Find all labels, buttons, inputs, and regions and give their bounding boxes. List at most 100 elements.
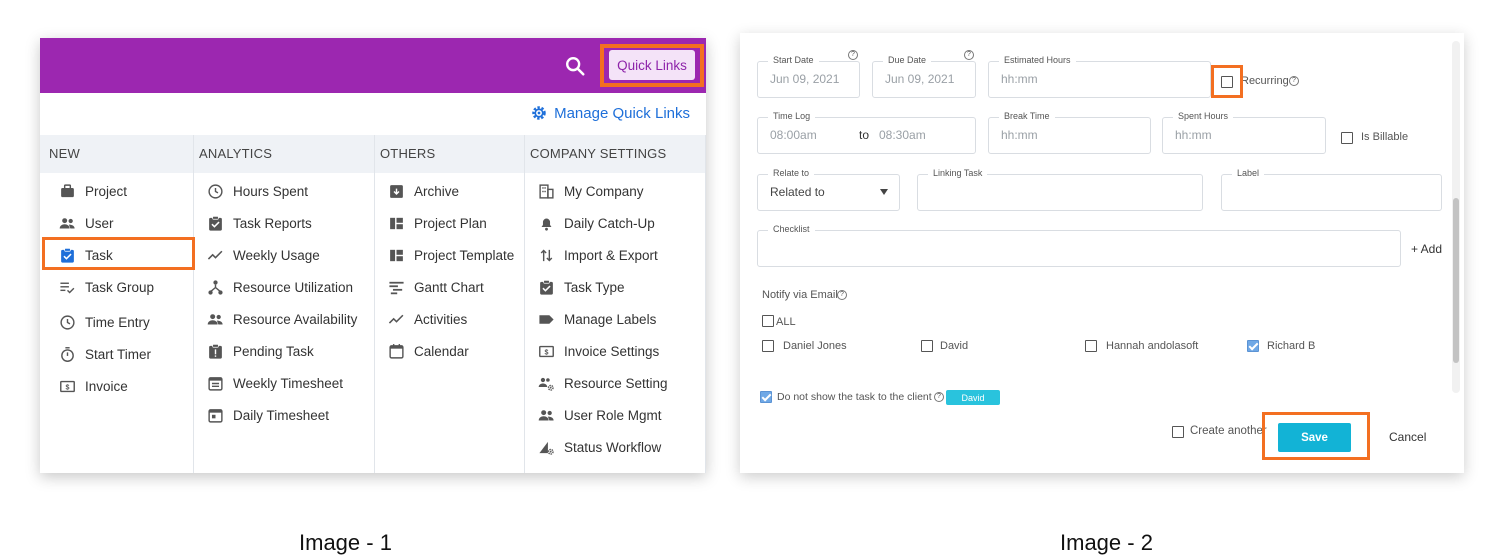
gear-icon xyxy=(532,106,546,120)
column-title: COMPANY SETTINGS xyxy=(530,146,667,161)
menu-item-label: Status Workflow xyxy=(564,439,662,455)
menu-item-start-timer[interactable]: Start Timer xyxy=(58,345,151,363)
gantt-icon xyxy=(387,278,405,296)
time-log-to: 08:30am xyxy=(879,128,926,142)
menu-item-project[interactable]: Project xyxy=(58,182,127,200)
menu-item-daily-catch-up[interactable]: Daily Catch-Up xyxy=(537,214,655,232)
add-checklist-button[interactable]: + Add xyxy=(1411,242,1442,256)
notify-user-checkbox[interactable] xyxy=(762,340,774,352)
menu-item-resource-utilization[interactable]: Resource Utilization xyxy=(206,278,353,296)
is-billable-checkbox[interactable] xyxy=(1341,132,1353,144)
menu-item-label: Project Plan xyxy=(414,215,487,231)
menu-item-manage-labels[interactable]: Manage Labels xyxy=(537,310,656,328)
menu-item-invoice-settings[interactable]: $ Invoice Settings xyxy=(537,342,659,360)
recurring-highlight xyxy=(1211,65,1243,98)
notify-user-label: David xyxy=(940,340,969,352)
menu-item-resource-availability[interactable]: Resource Availability xyxy=(206,310,357,328)
menu-item-label: Project Template xyxy=(414,247,515,263)
time-log-field[interactable]: Time Log 08:00am to 08:30am xyxy=(757,111,976,154)
task-highlight xyxy=(42,237,195,270)
menu-item-my-company[interactable]: My Company xyxy=(537,182,644,200)
menu-item-calendar[interactable]: Calendar xyxy=(387,342,469,360)
break-time-field[interactable]: Break Time hh:mm xyxy=(988,111,1151,154)
menu-item-activities[interactable]: Activities xyxy=(387,310,467,328)
notify-all-checkbox[interactable] xyxy=(762,315,774,327)
menu-item-hours-spent[interactable]: Hours Spent xyxy=(206,182,308,200)
linking-task-field[interactable]: Linking Task xyxy=(917,168,1203,211)
field-label: Estimated Hours xyxy=(999,55,1076,65)
menu-item-user-role-mgmt[interactable]: User Role Mgmt xyxy=(537,406,662,424)
due-date-field[interactable]: Due Date Jun 09, 2021 xyxy=(872,55,976,98)
briefcase-icon xyxy=(58,182,76,200)
spent-hours-field[interactable]: Spent Hours hh:mm xyxy=(1162,111,1326,154)
field-label: Time Log xyxy=(768,111,816,121)
search-icon[interactable] xyxy=(564,55,586,77)
notify-user-label: Daniel Jones xyxy=(783,340,847,352)
menu-item-import-export[interactable]: Import & Export xyxy=(537,246,658,264)
grid-plan-icon xyxy=(387,246,405,264)
help-icon[interactable]: ? xyxy=(964,50,974,60)
menu-item-label: Time Entry xyxy=(85,314,150,330)
create-another-checkbox[interactable] xyxy=(1172,426,1184,438)
cancel-button[interactable]: Cancel xyxy=(1389,430,1426,444)
menu-item-project-template[interactable]: Project Template xyxy=(387,246,514,264)
menu-item-task-group[interactable]: Task Group xyxy=(58,278,154,296)
due-date-value: Jun 09, 2021 xyxy=(885,72,955,86)
notify-user-checkbox[interactable] xyxy=(1085,340,1097,352)
menu-item-weekly-usage[interactable]: Weekly Usage xyxy=(206,246,320,264)
estimated-hours-placeholder: hh:mm xyxy=(1001,72,1038,86)
start-date-field[interactable]: Start Date Jun 09, 2021 xyxy=(757,55,860,98)
users-icon xyxy=(206,310,224,328)
menu-item-task-reports[interactable]: Task Reports xyxy=(206,214,312,232)
menu-item-status-workflow[interactable]: Status Workflow xyxy=(537,438,661,456)
menu-item-label: Gantt Chart xyxy=(414,279,484,295)
menu-item-user[interactable]: User xyxy=(58,214,114,232)
svg-text:$: $ xyxy=(65,383,69,391)
help-icon[interactable]: ? xyxy=(848,50,858,60)
help-icon[interactable]: ? xyxy=(1289,76,1299,86)
field-label: Start Date xyxy=(768,55,819,65)
menu-item-invoice[interactable]: $ Invoice xyxy=(58,377,128,395)
menu-item-gantt-chart[interactable]: Gantt Chart xyxy=(387,278,484,296)
relate-to-value: Related to xyxy=(770,185,825,199)
menu-item-archive[interactable]: Archive xyxy=(387,182,459,200)
help-icon[interactable]: ? xyxy=(934,392,944,402)
menu-item-task-type[interactable]: Task Type xyxy=(537,278,625,296)
manage-quick-links-link[interactable]: Manage Quick Links xyxy=(530,104,690,122)
label-field[interactable]: Label xyxy=(1221,168,1442,211)
notify-user-label: Richard B xyxy=(1267,340,1316,352)
spent-hours-placeholder: hh:mm xyxy=(1175,128,1212,142)
estimated-hours-field[interactable]: Estimated Hours hh:mm xyxy=(988,55,1211,98)
break-time-placeholder: hh:mm xyxy=(1001,128,1038,142)
menu-item-label: Daily Timesheet xyxy=(233,407,330,423)
notify-user-checkbox[interactable] xyxy=(921,340,933,352)
scrollbar-thumb[interactable] xyxy=(1453,198,1459,363)
menu-item-label: Invoice Settings xyxy=(564,343,660,359)
menu-item-daily-timesheet[interactable]: Daily Timesheet xyxy=(206,406,329,424)
save-button[interactable]: Save xyxy=(1278,423,1351,452)
notify-all-label: ALL xyxy=(776,316,796,328)
menu-item-label: User Role Mgmt xyxy=(564,407,662,423)
menu-item-label: Task Group xyxy=(85,279,155,295)
menu-item-label: Task Type xyxy=(564,279,625,295)
menu-item-label: Task Reports xyxy=(233,215,312,231)
hide-from-client-checkbox[interactable] xyxy=(760,391,772,403)
svg-text:$: $ xyxy=(544,348,548,356)
notify-user-checkbox[interactable] xyxy=(1247,340,1259,352)
relate-to-select[interactable]: Relate to Related to xyxy=(757,168,900,211)
menu-item-project-plan[interactable]: Project Plan xyxy=(387,214,487,232)
menu-item-label: Activities xyxy=(414,311,468,327)
menu-item-time-entry[interactable]: Time Entry xyxy=(58,313,150,331)
workflow-gear-icon xyxy=(537,438,555,456)
help-icon[interactable]: ? xyxy=(837,290,847,300)
column-title: ANALYTICS xyxy=(199,146,273,161)
users-gear-icon xyxy=(537,374,555,392)
checklist-field[interactable]: Checklist xyxy=(757,224,1401,267)
menu-item-label: Manage Labels xyxy=(564,311,657,327)
clipboard-check-icon xyxy=(537,278,555,296)
menu-item-weekly-timesheet[interactable]: Weekly Timesheet xyxy=(206,374,343,392)
menu-item-label: Invoice xyxy=(85,378,128,394)
start-date-value: Jun 09, 2021 xyxy=(770,72,840,86)
menu-item-resource-setting[interactable]: Resource Setting xyxy=(537,374,668,392)
menu-item-pending-task[interactable]: Pending Task xyxy=(206,342,314,360)
